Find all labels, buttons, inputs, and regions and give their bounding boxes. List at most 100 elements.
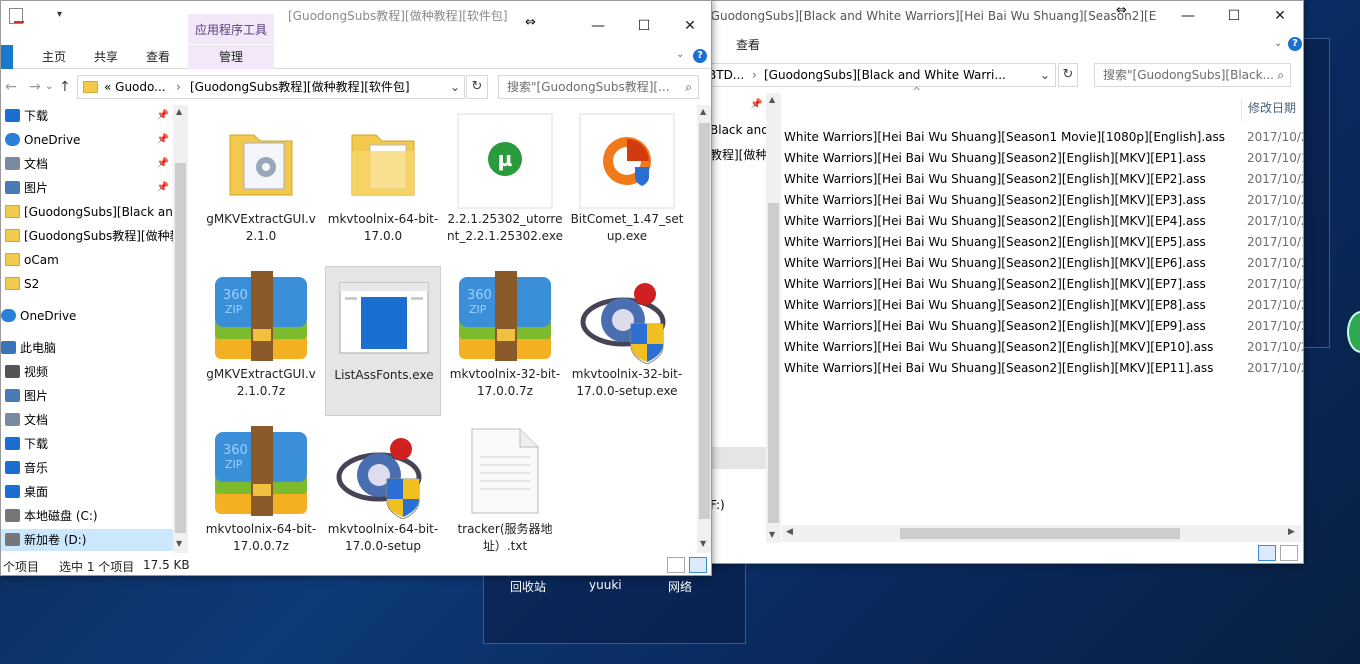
address-bar[interactable]: BTD... › [GuodongSubs][Black and White W… — [704, 63, 1056, 87]
ribbon-collapse-chevron-icon[interactable]: ⌄ — [1274, 38, 1282, 49]
nav-scroll-thumb[interactable] — [175, 163, 186, 533]
content-scroll-up-arrow-icon[interactable]: ▲ — [700, 107, 706, 116]
nav-fragment-1[interactable]: Black and — [710, 123, 769, 137]
file-item[interactable]: 360 ZIP mkvtoolnix-32-bit-17.0.0.7z — [447, 266, 563, 416]
nav-item[interactable]: 图片 — [1, 385, 173, 407]
file-row[interactable]: White Warriors][Hei Bai Wu Shuang][Seaso… — [782, 169, 1303, 190]
ribbon-collapse-chevron-icon[interactable]: ⌄ — [676, 49, 684, 60]
file-item[interactable]: mkvtoolnix-64-bit-17.0.0 — [325, 111, 441, 261]
help-icon[interactable]: ? — [693, 49, 707, 63]
nav-scrollbar[interactable]: ▲ ▼ — [766, 93, 781, 543]
maximize-button[interactable]: ☐ — [1211, 1, 1257, 32]
nav-scroll-down-arrow-icon[interactable]: ▼ — [769, 530, 775, 539]
nav-item[interactable]: oCam — [1, 249, 173, 271]
file-item[interactable]: µ 2.2.1.25302_utorrent_2.2.1.25302.exe — [447, 111, 563, 261]
up-arrow-icon[interactable]: ↑ — [59, 79, 71, 95]
file-row[interactable]: White Warriors][Hei Bai Wu Shuang][Seaso… — [782, 358, 1303, 379]
file-item[interactable]: 360 ZIP mkvtoolnix-64-bit-17.0.0.7z — [203, 421, 319, 571]
nav-fragment-2[interactable]: 教程][做种教 — [710, 146, 766, 163]
nav-fragment-3[interactable]: F:) — [710, 498, 725, 512]
details-view-icon[interactable] — [1258, 545, 1276, 561]
file-row[interactable]: White Warriors][Hei Bai Wu Shuang][Seaso… — [782, 211, 1303, 232]
file-row[interactable]: White Warriors][Hei Bai Wu Shuang][Seaso… — [782, 232, 1303, 253]
file-row[interactable]: White Warriors][Hei Bai Wu Shuang][Seaso… — [782, 316, 1303, 337]
content-scrollbar[interactable]: ▲ ▼ — [697, 105, 711, 553]
nav-item[interactable]: 视频 — [1, 361, 173, 383]
hscroll-right-arrow-icon[interactable]: ▶ — [1288, 527, 1295, 537]
hscroll-left-arrow-icon[interactable]: ◀ — [786, 527, 793, 537]
nav-item[interactable]: 文档 — [1, 409, 173, 431]
horizontal-scrollbar[interactable]: ◀ ▶ — [782, 525, 1302, 542]
minimize-button[interactable]: — — [575, 11, 621, 42]
nav-item[interactable]: 文档 📌 — [1, 153, 173, 175]
large-icons-view-icon[interactable] — [689, 557, 707, 573]
nav-item[interactable]: 下载 — [1, 433, 173, 455]
refresh-button[interactable]: ↻ — [1058, 63, 1078, 87]
quick-access-properties-icon[interactable] — [14, 21, 24, 23]
file-item[interactable]: ListAssFonts.exe — [325, 266, 441, 416]
quick-access-dropdown-icon[interactable]: ▾ — [57, 9, 62, 20]
breadcrumb-root[interactable]: « Guodo... — [104, 76, 166, 98]
close-button[interactable]: ✕ — [667, 11, 711, 42]
close-button[interactable]: ✕ — [1257, 1, 1303, 32]
green-circle-icon[interactable] — [1347, 311, 1360, 353]
content-scroll-down-arrow-icon[interactable]: ▼ — [700, 539, 706, 548]
file-row[interactable]: White Warriors][Hei Bai Wu Shuang][Seaso… — [782, 295, 1303, 316]
nav-item[interactable]: 图片 📌 — [1, 177, 173, 199]
nav-scroll-up-arrow-icon[interactable]: ▲ — [176, 107, 182, 116]
file-item[interactable]: tracker(服务器地址）.txt — [447, 421, 563, 571]
nav-scroll-down-arrow-icon[interactable]: ▼ — [176, 539, 182, 548]
file-row[interactable]: White Warriors][Hei Bai Wu Shuang][Seaso… — [782, 190, 1303, 211]
nav-scroll-up-arrow-icon[interactable]: ▲ — [769, 95, 775, 104]
nav-item[interactable]: OneDrive — [1, 305, 173, 327]
details-view-icon[interactable] — [667, 557, 685, 573]
address-dropdown-chevron-icon[interactable]: ⌄ — [1040, 64, 1050, 86]
nav-item[interactable]: 下载 📌 — [1, 105, 173, 127]
file-row[interactable]: White Warriors][Hei Bai Wu Shuang][Seaso… — [782, 274, 1303, 295]
nav-item[interactable]: [GuodongSubs][Black and — [1, 201, 173, 223]
help-icon[interactable]: ? — [1288, 37, 1302, 51]
file-row[interactable]: White Warriors][Hei Bai Wu Shuang][Seaso… — [782, 127, 1303, 148]
file-item[interactable]: mkvtoolnix-64-bit-17.0.0-setup — [325, 421, 441, 571]
nav-item[interactable]: 此电脑 — [1, 337, 173, 359]
nav-item[interactable]: [GuodongSubs教程][做种教 — [1, 225, 173, 247]
title-bar[interactable]: ▾ 应用程序工具 [GuodongSubs教程][做种教程][软件包] ⇔ — … — [1, 1, 711, 44]
file-row[interactable]: White Warriors][Hei Bai Wu Shuang][Seaso… — [782, 148, 1303, 169]
back-arrow-icon[interactable]: ← — [5, 79, 17, 95]
address-bar[interactable]: « Guodo... › [GuodongSubs教程][做种教程][软件包] … — [77, 75, 465, 99]
hscroll-thumb[interactable] — [900, 528, 1180, 539]
content-scroll-thumb[interactable] — [699, 123, 710, 519]
breadcrumb-current[interactable]: [GuodongSubs][Black and White Warri... — [764, 64, 1006, 86]
large-icons-view-icon[interactable] — [1280, 545, 1298, 561]
column-header-modified[interactable]: 修改日期 — [1241, 99, 1303, 121]
file-item[interactable]: 360 ZIP gMKVExtractGUI.v2.1.0.7z — [203, 266, 319, 416]
desktop-label-user[interactable]: yuuki — [589, 578, 622, 592]
refresh-button[interactable]: ↻ — [466, 75, 488, 99]
recent-locations-chevron-icon[interactable]: ⌄ — [45, 81, 53, 92]
nav-item[interactable]: 音乐 — [1, 457, 173, 479]
tab-view[interactable]: 查看 — [141, 45, 175, 69]
file-tab-accent[interactable] — [1, 45, 13, 69]
file-item[interactable]: gMKVExtractGUI.v2.1.0 — [203, 111, 319, 261]
maximize-button[interactable]: ☐ — [621, 11, 667, 42]
nav-item[interactable]: OneDrive 📌 — [1, 129, 173, 151]
breadcrumb-prefix[interactable]: BTD... — [708, 64, 744, 86]
nav-item[interactable]: 桌面 — [1, 481, 173, 503]
nav-item[interactable]: 本地磁盘 (C:) — [1, 505, 173, 527]
tab-manage[interactable]: 管理 — [188, 45, 274, 69]
nav-item[interactable]: 新加卷 (D:) — [1, 529, 173, 551]
minimize-button[interactable]: — — [1165, 1, 1211, 32]
search-box[interactable]: 搜索"[GuodongSubs][Black... ⌕ — [1094, 63, 1291, 87]
file-row[interactable]: White Warriors][Hei Bai Wu Shuang][Seaso… — [782, 253, 1303, 274]
file-item[interactable]: mkvtoolnix-32-bit-17.0.0-setup.exe — [569, 266, 685, 416]
tab-home[interactable]: 主页 — [37, 45, 71, 69]
nav-scroll-thumb[interactable] — [768, 203, 779, 523]
tab-share[interactable]: 共享 — [89, 45, 123, 69]
address-dropdown-chevron-icon[interactable]: ⌄ — [450, 76, 460, 98]
tab-view[interactable]: 查看 — [728, 32, 768, 58]
search-box[interactable]: 搜索"[GuodongSubs教程][... ⌕ — [498, 75, 699, 99]
nav-scrollbar[interactable]: ▲ ▼ — [173, 105, 188, 553]
nav-item[interactable]: S2 — [1, 273, 173, 295]
nav-selected-row[interactable] — [710, 447, 766, 469]
file-item[interactable]: BitComet_1.47_setup.exe — [569, 111, 685, 261]
